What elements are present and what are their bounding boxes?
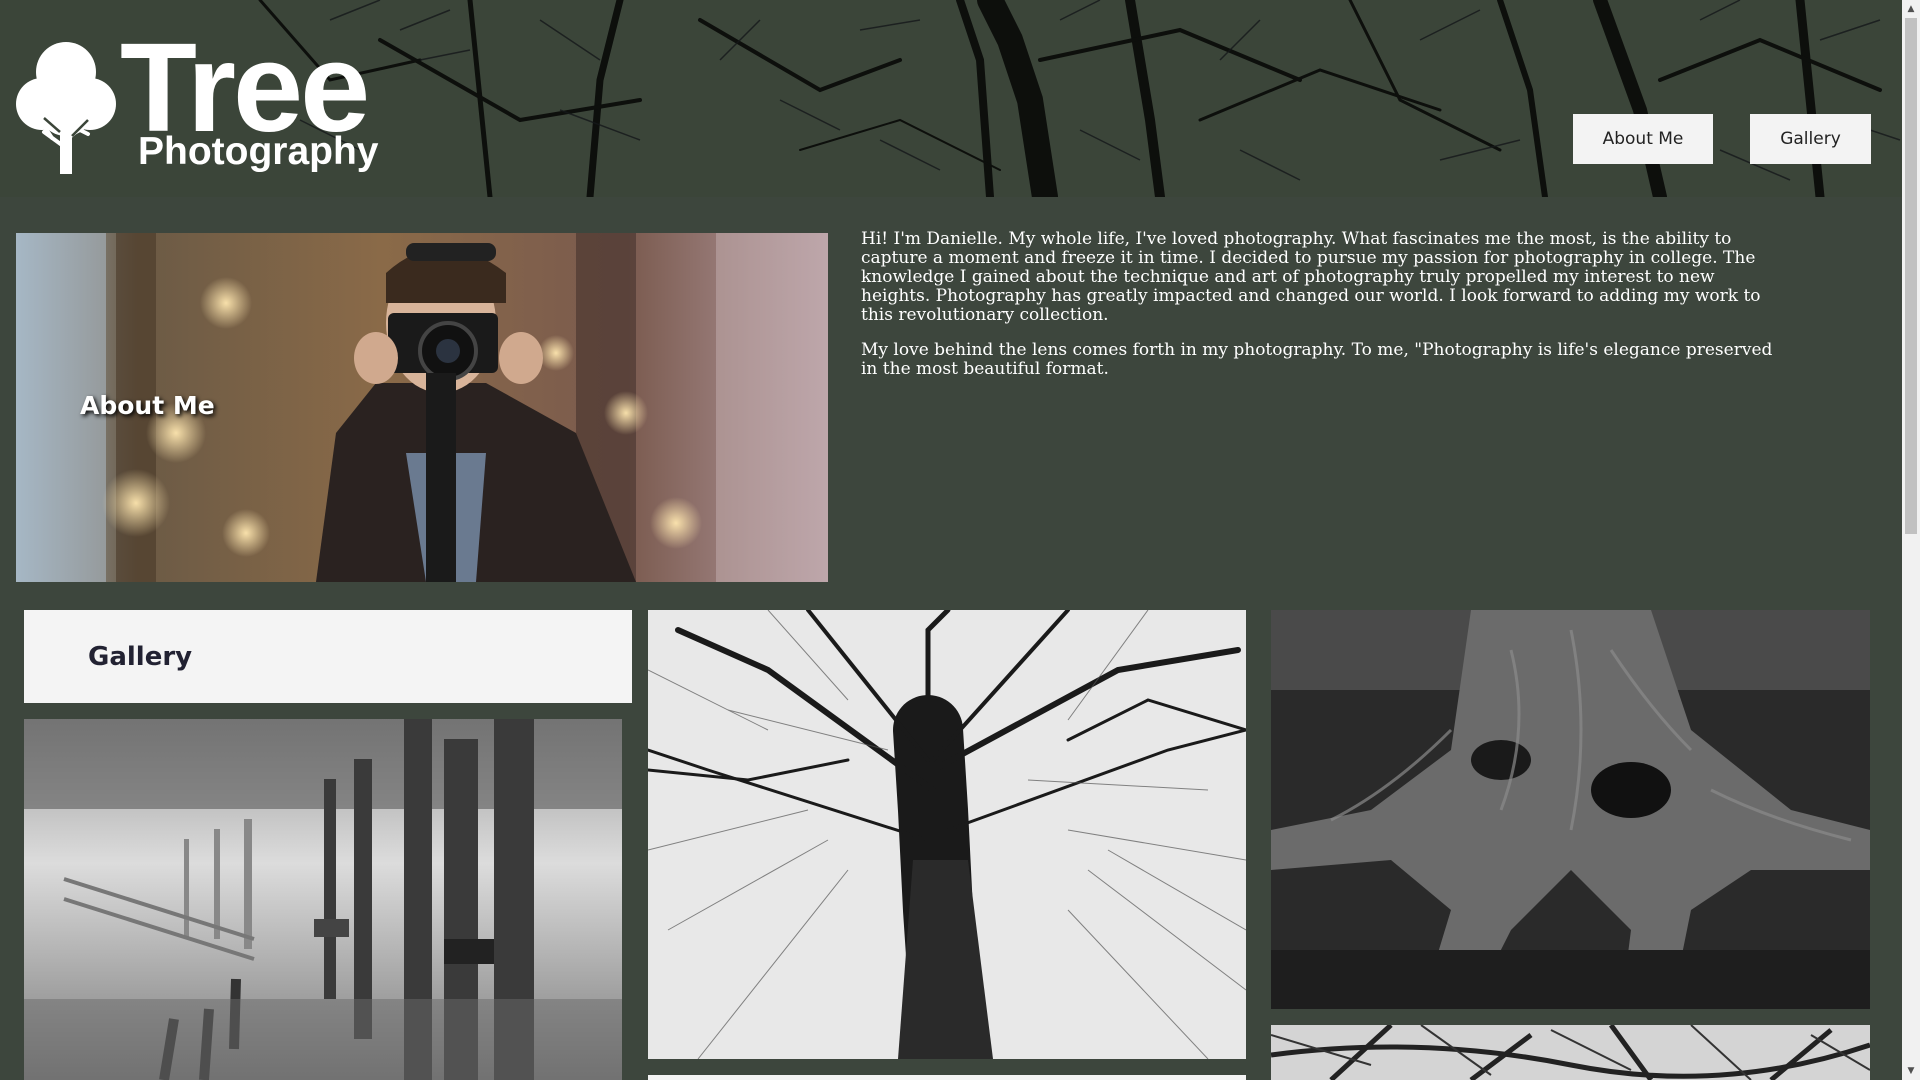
about-title: About Me (80, 391, 215, 420)
branches-photo (1271, 1025, 1870, 1080)
gallery-image-tree-canopy[interactable] (648, 610, 1246, 1059)
site-header: Tree Photography About Me Gallery (0, 0, 1902, 197)
gallery-title: Gallery (88, 642, 193, 672)
gallery-image-tree-roots[interactable] (1271, 610, 1870, 1009)
tree-logo-icon (16, 42, 116, 174)
tree-canopy-photo (648, 610, 1246, 1059)
page: Tree Photography About Me Gallery About … (0, 0, 1902, 1080)
foggy-park-photo (24, 719, 622, 1080)
scroll-down-arrow-icon[interactable]: ▼ (1902, 1062, 1920, 1080)
gallery-card-top-edge (648, 1075, 1246, 1080)
gallery-heading-box: Gallery (24, 610, 632, 703)
nav-about-button[interactable]: About Me (1573, 114, 1713, 164)
about-description: Hi! I'm Danielle. My whole life, I've lo… (861, 230, 1781, 395)
about-paragraph: My love behind the lens comes forth in m… (861, 340, 1773, 379)
nav-gallery-button[interactable]: Gallery (1750, 114, 1871, 164)
gallery-image-branches[interactable] (1271, 1025, 1870, 1080)
gallery-image-foggy-park[interactable] (24, 719, 622, 1080)
vertical-scrollbar[interactable]: ▲ ▼ (1902, 0, 1920, 1080)
logo-title: Tree (120, 17, 370, 158)
logo-subtitle: Photography (138, 130, 379, 173)
tree-roots-photo (1271, 610, 1870, 1009)
about-paragraph: Hi! I'm Danielle. My whole life, I've lo… (861, 229, 1761, 325)
scroll-up-arrow-icon[interactable]: ▲ (1902, 0, 1920, 18)
scrollbar-thumb[interactable] (1905, 18, 1917, 534)
site-logo[interactable]: Tree Photography (14, 17, 394, 180)
about-hero-image: About Me (16, 233, 828, 582)
